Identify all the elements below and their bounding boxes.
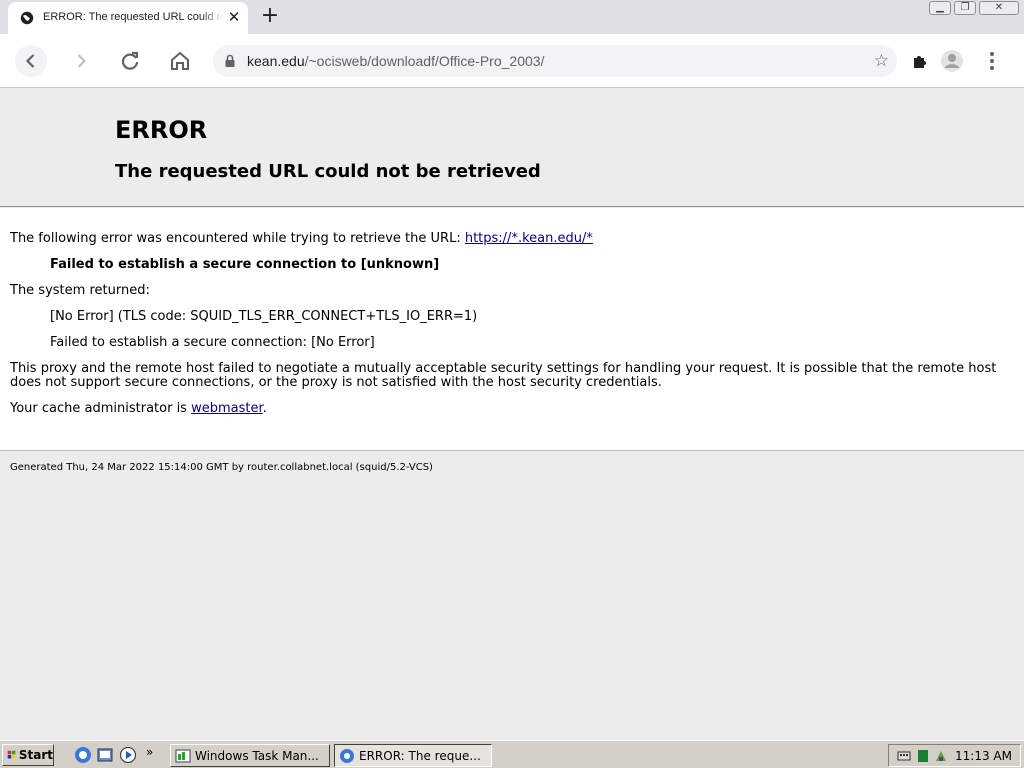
star-icon[interactable]: ☆ bbox=[874, 51, 889, 71]
webmaster-link[interactable]: webmaster bbox=[191, 401, 263, 416]
keyboard-icon[interactable] bbox=[897, 749, 911, 763]
puzzle-icon bbox=[914, 56, 926, 68]
lock-icon bbox=[225, 54, 235, 67]
globe-icon bbox=[20, 11, 34, 25]
security-icon[interactable] bbox=[933, 748, 949, 764]
plus-icon[interactable]: + bbox=[258, 5, 282, 29]
menu-button[interactable] bbox=[976, 45, 1008, 77]
restore-icon[interactable]: ❐ bbox=[954, 1, 976, 15]
address-bar[interactable]: kean.edu/~ocisweb/downloadf/Office-Pro_2… bbox=[213, 45, 897, 77]
page-title: ERROR bbox=[115, 116, 208, 144]
system-returned-label: The system returned: bbox=[10, 283, 150, 298]
desktop-quicklaunch-icon[interactable] bbox=[96, 746, 114, 764]
error-url-link[interactable]: https://*.kean.edu/* bbox=[465, 231, 593, 246]
url-text: kean.edu/~ocisweb/downloadf/Office-Pro_2… bbox=[247, 53, 545, 69]
intro-paragraph: The following error was encountered whil… bbox=[10, 231, 593, 246]
page-subtitle: The requested URL could not be retrieved bbox=[115, 161, 541, 182]
profile-button[interactable] bbox=[936, 45, 968, 77]
error-body: The following error was encountered whil… bbox=[0, 208, 1024, 451]
window-close-icon[interactable]: ✕ bbox=[979, 1, 1019, 15]
clock: 11:13 AM bbox=[955, 749, 1012, 763]
admin-paragraph: Your cache administrator is webmaster. bbox=[10, 401, 267, 416]
tab-strip: ERROR: The requested URL could not be re… bbox=[0, 0, 1024, 34]
tab-title: ERROR: The requested URL could not be re… bbox=[43, 11, 223, 23]
close-icon[interactable]: ✕ bbox=[226, 9, 242, 25]
error-reason: Failed to establish a secure connection … bbox=[50, 257, 440, 272]
task-button-browser[interactable]: ERROR: The reque... bbox=[334, 744, 492, 767]
quicklaunch-more[interactable]: » bbox=[146, 745, 153, 759]
toolbar: kean.edu/~ocisweb/downloadf/Office-Pro_2… bbox=[0, 34, 1024, 88]
minimize-icon[interactable]: ▁ bbox=[929, 1, 951, 15]
generated-footer: Generated Thu, 24 Mar 2022 15:14:00 GMT … bbox=[10, 462, 433, 473]
explanation-paragraph: This proxy and the remote host failed to… bbox=[10, 361, 997, 390]
extensions-button[interactable] bbox=[904, 45, 936, 77]
avatar-icon bbox=[941, 50, 963, 72]
browser-task-icon bbox=[340, 748, 354, 763]
network-icon[interactable] bbox=[917, 749, 929, 763]
error-header: ERROR The requested URL could not be ret… bbox=[0, 89, 1024, 207]
returned-code: [No Error] (TLS code: SQUID_TLS_ERR_CONN… bbox=[50, 309, 478, 324]
forward-arrow-icon bbox=[77, 54, 87, 68]
returned-detail: Failed to establish a secure connection:… bbox=[50, 335, 375, 350]
back-arrow-icon bbox=[25, 54, 35, 68]
taskbar: Start » Windows Task Man... ERROR: The r… bbox=[0, 740, 1024, 768]
browser-window: ERROR: The requested URL could not be re… bbox=[0, 0, 1024, 740]
task-manager-icon bbox=[175, 749, 191, 762]
browser-quicklaunch-icon[interactable] bbox=[74, 746, 92, 764]
media-player-quicklaunch-icon[interactable] bbox=[119, 746, 137, 764]
system-tray: 11:13 AM bbox=[888, 744, 1021, 767]
back-button[interactable] bbox=[15, 45, 47, 77]
home-icon bbox=[171, 51, 189, 70]
forward-button[interactable] bbox=[65, 45, 97, 77]
kebab-menu-icon bbox=[990, 52, 994, 70]
reload-button[interactable] bbox=[114, 45, 146, 77]
tab-active[interactable]: ERROR: The requested URL could not be re… bbox=[8, 2, 248, 34]
reload-icon bbox=[121, 51, 139, 70]
windows-logo-icon bbox=[7, 750, 16, 759]
home-button[interactable] bbox=[164, 45, 196, 77]
start-button[interactable]: Start bbox=[2, 744, 54, 766]
task-button-task-manager[interactable]: Windows Task Man... bbox=[170, 744, 330, 767]
